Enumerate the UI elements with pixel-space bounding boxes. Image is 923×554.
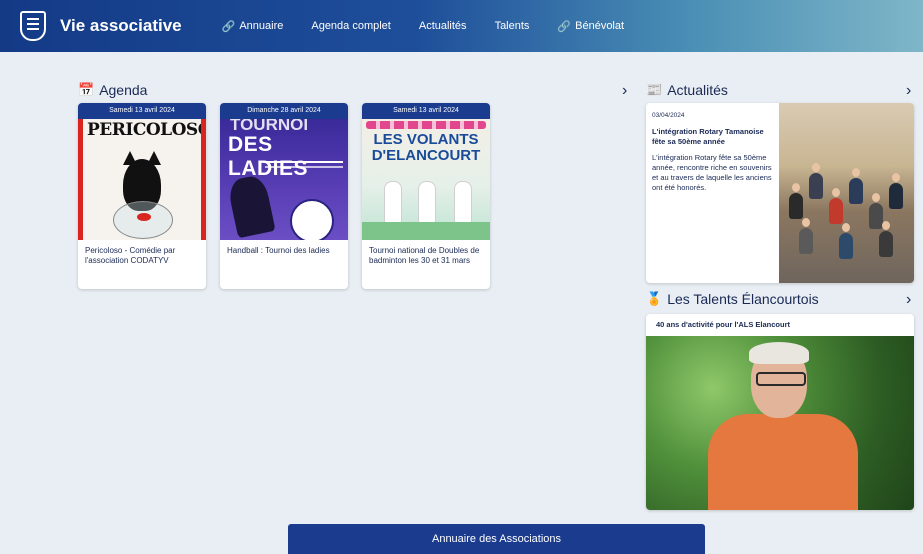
- nav-label: Actualités: [418, 20, 467, 32]
- talents-next-chevron-icon[interactable]: ›: [906, 291, 911, 309]
- handball-illustration: [290, 199, 334, 240]
- person-head: [792, 183, 800, 192]
- card-date: Samedi 13 avril 2024: [362, 103, 490, 119]
- nav-label: Annuaire: [239, 20, 284, 32]
- news-text: 03/04/2024 L'intégration Rotary Tamanois…: [652, 111, 776, 193]
- poster-line1: LES VOLANTS: [373, 131, 479, 148]
- associations-directory-button[interactable]: Annuaire des Associations: [288, 524, 705, 554]
- nav-label: Talents: [494, 20, 530, 32]
- talents-heading: 🏅 Les Talents Élancourtois: [646, 291, 819, 307]
- nav-agenda-complet[interactable]: Agenda complet: [311, 20, 391, 32]
- card-date: Dimanche 28 avril 2024: [220, 103, 348, 119]
- grass-illustration: [362, 222, 490, 240]
- news-heading-label: Actualités: [667, 82, 728, 98]
- news-body: L'intégration Rotary fête sa 50ème année…: [652, 153, 772, 192]
- player-illustration: [226, 173, 276, 239]
- person-figure: [829, 198, 843, 224]
- nav-benevolat[interactable]: 🔗 Bénévolat: [557, 20, 624, 33]
- agenda-card-badminton[interactable]: Samedi 13 avril 2024 LES VOLANTS D'ELANC…: [362, 103, 490, 289]
- poster-title: PERICOLOSO: [87, 120, 206, 140]
- person-head: [802, 218, 810, 227]
- rabbit-illustration: [454, 181, 472, 225]
- poster-banner: [366, 121, 486, 129]
- agenda-card-pericoloso[interactable]: Samedi 13 avril 2024 PERICOLOSO Pericolo…: [78, 103, 206, 289]
- person-head: [832, 188, 840, 197]
- calendar-icon: 📅: [78, 82, 95, 97]
- nav-label: Bénévolat: [575, 20, 625, 32]
- poster-image: PERICOLOSO: [78, 119, 206, 240]
- agenda-next-chevron-icon[interactable]: ›: [622, 82, 627, 100]
- news-date: 03/04/2024: [652, 112, 685, 119]
- rabbit-illustration: [418, 181, 436, 225]
- poster-image: LES VOLANTS D'ELANCOURT: [362, 119, 490, 240]
- fish-illustration: [137, 213, 151, 221]
- talents-heading-label: Les Talents Élancourtois: [667, 291, 819, 307]
- nav-annuaire[interactable]: 🔗 Annuaire: [222, 20, 284, 33]
- newspaper-icon: 📰: [646, 82, 663, 97]
- person-figure: [839, 233, 853, 259]
- nav-label: Agenda complet: [311, 20, 391, 32]
- agenda-card-handball[interactable]: Dimanche 28 avril 2024 TOURNOI DES LADIE…: [220, 103, 348, 289]
- medal-icon: 🏅: [646, 291, 663, 306]
- talent-card[interactable]: 40 ans d'activité pour l'ALS Elancourt: [646, 314, 914, 510]
- orange-shirt: [708, 414, 858, 510]
- card-title: Pericoloso - Comédie par l'association C…: [85, 246, 176, 265]
- group-photo: [779, 103, 914, 283]
- poster-line2: D'ELANCOURT: [371, 147, 481, 164]
- person-figure: [849, 178, 863, 204]
- poster-decoration: [265, 161, 343, 163]
- person-head: [842, 223, 850, 232]
- glasses: [756, 372, 806, 386]
- card-title: Tournoi national de Doubles de badminton…: [369, 246, 480, 265]
- news-heading: 📰 Actualités: [646, 82, 728, 98]
- top-navbar: Vie associative 🔗 Annuaire Agenda comple…: [0, 0, 923, 52]
- man-hair: [749, 342, 809, 364]
- person-head: [892, 173, 900, 182]
- person-head: [812, 163, 820, 172]
- main-nav: 🔗 Annuaire Agenda complet Actualités Tal…: [222, 20, 624, 33]
- person-figure: [889, 183, 903, 209]
- card-date: Samedi 13 avril 2024: [78, 103, 206, 119]
- person-figure: [869, 203, 883, 229]
- person-head: [882, 221, 890, 230]
- link-icon: 🔗: [557, 20, 572, 33]
- news-card[interactable]: 03/04/2024 L'intégration Rotary Tamanois…: [646, 103, 914, 283]
- person-figure: [799, 228, 813, 254]
- person-figure: [789, 193, 803, 219]
- agenda-heading: 📅 Agenda: [78, 82, 147, 98]
- link-icon: 🔗: [221, 20, 236, 33]
- news-title: L'intégration Rotary Tamanoise fête sa 5…: [652, 127, 764, 146]
- person-figure: [879, 231, 893, 257]
- person-head: [852, 168, 860, 177]
- person-head: [872, 193, 880, 202]
- talent-card-title: 40 ans d'activité pour l'ALS Elancourt: [656, 320, 791, 329]
- poster-line2: DES LADIES: [228, 133, 309, 180]
- nav-talents[interactable]: Talents: [495, 20, 530, 32]
- poster-image: TOURNOI DES LADIES: [220, 119, 348, 240]
- rabbit-illustration: [384, 181, 402, 225]
- site-title[interactable]: Vie associative: [60, 16, 182, 36]
- agenda-heading-label: Agenda: [99, 82, 148, 98]
- talent-photo: [646, 336, 914, 510]
- news-next-chevron-icon[interactable]: ›: [906, 82, 911, 100]
- city-crest-icon[interactable]: [20, 11, 46, 41]
- person-figure: [809, 173, 823, 199]
- nav-actualites[interactable]: Actualités: [419, 20, 467, 32]
- card-title: Handball : Tournoi des ladies: [227, 246, 330, 255]
